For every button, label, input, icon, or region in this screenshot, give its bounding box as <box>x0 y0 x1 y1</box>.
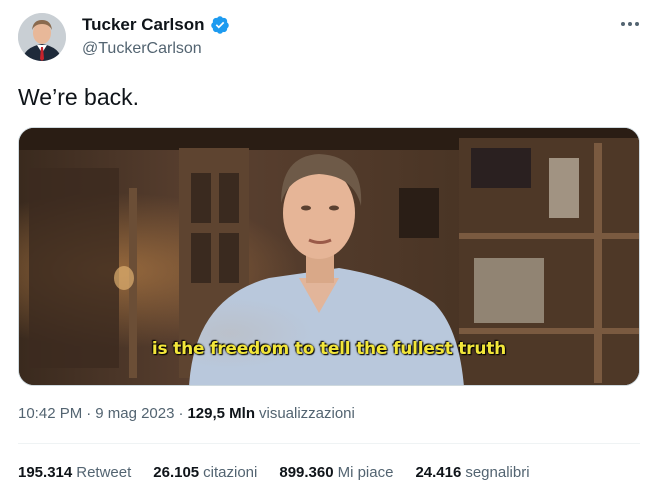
tweet-time[interactable]: 10:42 PM <box>18 405 82 422</box>
video-player[interactable]: is the freedom to tell the fullest truth <box>18 127 640 386</box>
tweet-date[interactable]: 9 mag 2023 <box>95 405 174 422</box>
stat-label: Mi piace <box>337 464 394 481</box>
author-display-name[interactable]: Tucker Carlson <box>82 15 205 35</box>
author-handle[interactable]: @TuckerCarlson <box>82 40 202 58</box>
stat-count: 26.105 <box>153 464 200 481</box>
views-label: visualizzazioni <box>258 405 355 422</box>
stat-count: 899.360 <box>279 464 334 481</box>
stat-retweets[interactable]: 195.314 Retweet <box>18 464 131 481</box>
stat-label: citazioni <box>203 464 258 481</box>
author-name-row: Tucker Carlson <box>82 15 230 35</box>
stat-label: segnalibri <box>465 464 530 481</box>
stat-label: Retweet <box>76 464 132 481</box>
more-options-icon[interactable] <box>618 14 642 34</box>
meta-separator: · <box>86 405 92 422</box>
verified-badge-icon[interactable] <box>210 15 230 35</box>
stat-likes[interactable]: 899.360 Mi piace <box>279 464 393 481</box>
avatar[interactable] <box>18 13 66 61</box>
engagement-stats: 195.314 Retweet 26.105 citazioni 899.360 Mi… <box>18 464 552 481</box>
meta-separator-2: · <box>178 405 184 422</box>
tweet-card: Tucker Carlson @TuckerCarlson We’re back… <box>0 0 657 496</box>
views-count: 129,5 Mln <box>187 405 255 422</box>
video-subtitle: is the freedom to tell the fullest truth <box>151 339 507 359</box>
tweet-meta: 10:42 PM · 9 mag 2023 · 129,5 Mln visual… <box>18 405 355 422</box>
stat-quotes[interactable]: 26.105 citazioni <box>153 464 257 481</box>
stat-bookmarks[interactable]: 24.416 segnalibri <box>415 464 529 481</box>
divider <box>18 443 640 444</box>
stat-count: 195.314 <box>18 464 73 481</box>
stat-count: 24.416 <box>415 464 462 481</box>
tweet-text: We’re back. <box>18 84 140 110</box>
